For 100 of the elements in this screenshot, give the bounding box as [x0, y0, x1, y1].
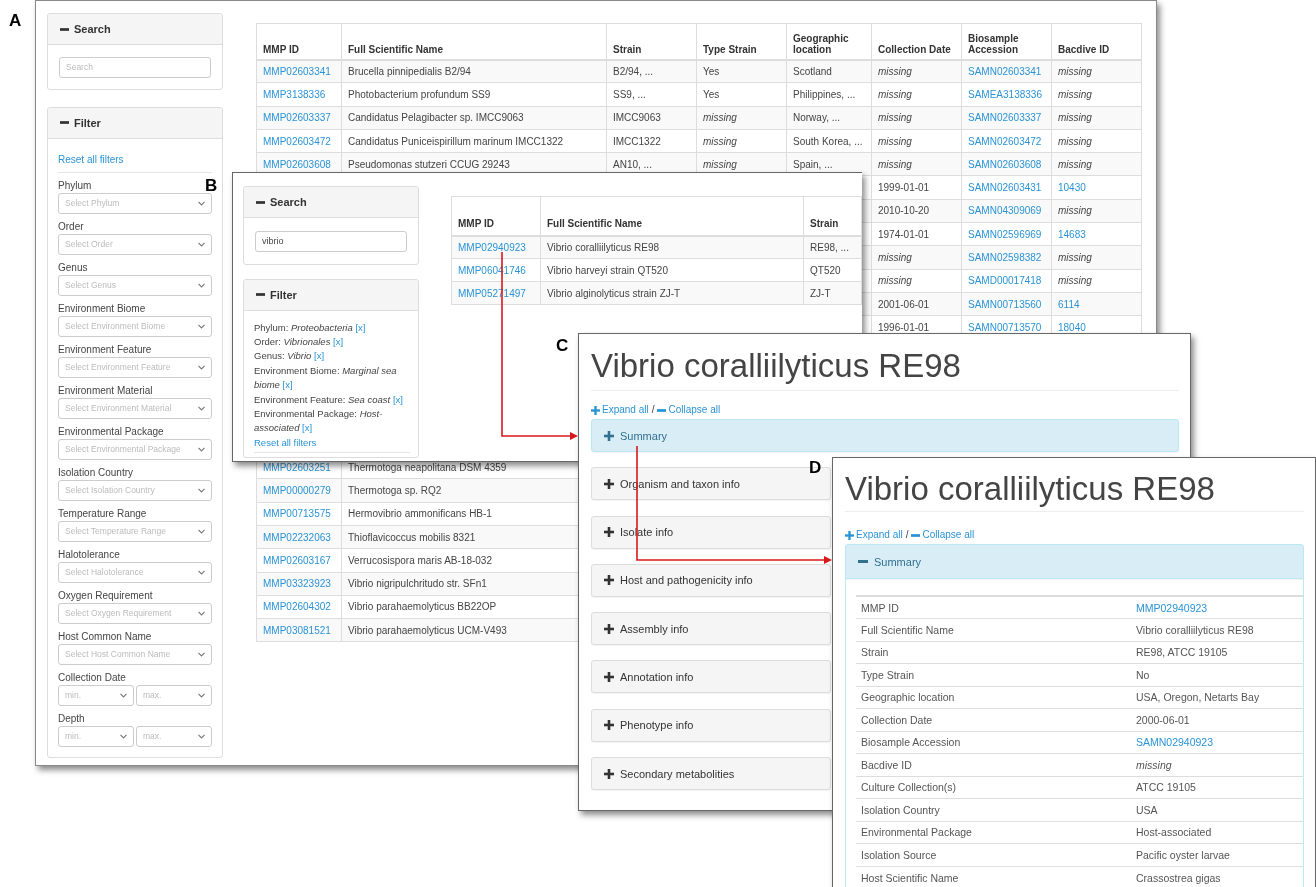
table-cell: missing: [871, 129, 962, 153]
search-field[interactable]: Search: [59, 56, 211, 78]
id-link[interactable]: 6114: [1058, 298, 1080, 310]
reset-filters-link[interactable]: Reset all filters: [58, 152, 124, 167]
collapse-all-link[interactable]: Collapse all: [657, 404, 721, 416]
select-field[interactable]: Select Isolation Country: [58, 479, 212, 501]
field-label: MMP ID: [856, 596, 1131, 619]
id-link[interactable]: 14683: [1058, 228, 1086, 240]
plus-icon: [604, 720, 614, 731]
select-field[interactable]: min.: [58, 725, 134, 747]
chevron-down-icon: [198, 528, 205, 534]
table-cell: 1999-01-01: [871, 176, 962, 200]
chevron-down-icon: [198, 651, 205, 657]
column-header: Full Scientific Name: [341, 23, 607, 60]
column-header: Full Scientific Name: [540, 196, 804, 236]
filter-label: Genus: [58, 260, 88, 275]
select-field[interactable]: Select Genus: [58, 274, 212, 296]
chevron-down-icon: [198, 323, 205, 329]
active-filter: Order: Vibrionales [x]: [254, 334, 345, 349]
column-header: Bacdive ID: [1051, 23, 1142, 60]
chevron-down-icon: [198, 569, 205, 575]
section-toggle[interactable]: Phenotype info: [591, 708, 831, 742]
collapse-toggle[interactable]: Filter: [48, 107, 222, 139]
chevron-down-icon: [120, 692, 127, 698]
table-cell: missing: [1051, 82, 1142, 107]
field-label: Collection Date: [856, 708, 1131, 731]
select-field[interactable]: min.: [58, 684, 134, 706]
plus-icon: [604, 623, 614, 634]
section-toggle[interactable]: Secondary metabolities: [591, 757, 831, 791]
select-field[interactable]: Select Oxygen Requirement: [58, 602, 212, 624]
chevron-down-icon: [198, 733, 205, 739]
minus-icon: [911, 533, 921, 537]
chevron-down-icon: [120, 733, 127, 739]
select-field[interactable]: Select Halotolerance: [58, 561, 212, 583]
select-field[interactable]: Select Phylum: [58, 192, 212, 214]
column-header: MMP ID: [256, 23, 342, 60]
table-cell: 1974-01-01: [871, 222, 962, 246]
field-value: USA, Oregon, Netarts Bay: [1131, 686, 1303, 709]
filter-label: Phylum: [58, 178, 92, 193]
id-link[interactable]: 10430: [1058, 182, 1086, 194]
select-field[interactable]: Select Environment Biome: [58, 315, 212, 337]
expand-all-link[interactable]: Expand all: [591, 404, 649, 416]
select-field[interactable]: max.: [136, 725, 212, 747]
field-value: USA: [1131, 798, 1303, 821]
filter-label: Environment Material: [58, 383, 153, 398]
remove-filter-link[interactable]: [x]: [355, 321, 366, 333]
remove-filter-link[interactable]: [x]: [333, 335, 344, 347]
select-field[interactable]: Select Environment Feature: [58, 356, 212, 378]
select-field[interactable]: Select Temperature Range: [58, 520, 212, 542]
section-toggle[interactable]: Host and pathogenicity info: [591, 563, 831, 597]
remove-filter-link[interactable]: [x]: [282, 379, 293, 391]
field-value: RE98, ATCC 19105: [1131, 641, 1303, 664]
plus-icon: [845, 530, 854, 540]
section-toggle[interactable]: Annotation info: [591, 660, 831, 694]
minus-icon: [60, 27, 69, 31]
field-label: Bacdive ID: [856, 753, 1131, 776]
table-cell: Photobacterium profundum SS9: [341, 82, 607, 107]
filter-label: Depth: [58, 711, 85, 726]
select-field[interactable]: Select Host Common Name: [58, 643, 212, 665]
collapse-toggle[interactable]: Search: [48, 14, 222, 45]
separator-text: /: [905, 529, 909, 541]
active-filter: Phylum: Proteobacteria [x]: [254, 320, 367, 335]
remove-filter-link[interactable]: [x]: [314, 350, 325, 362]
table-cell: missing: [871, 82, 962, 107]
column-header: Biosample Accession: [961, 23, 1052, 60]
remove-filter-link[interactable]: [x]: [302, 422, 313, 434]
select-field[interactable]: Select Environmental Package: [58, 438, 212, 460]
filter-label: Environment Biome: [58, 301, 146, 316]
id-link[interactable]: MMP02940923: [1136, 601, 1208, 614]
section-toggle[interactable]: Assembly info: [591, 612, 831, 646]
id-link[interactable]: 18040: [1058, 321, 1086, 333]
chevron-down-icon: [198, 200, 205, 206]
select-field[interactable]: Select Environment Material: [58, 397, 212, 419]
reset-filters-link[interactable]: Reset all filters: [254, 435, 317, 451]
field-label: Biosample Accession: [856, 731, 1131, 754]
collapse-toggle[interactable]: Search: [244, 187, 418, 218]
chevron-down-icon: [198, 692, 205, 698]
select-field[interactable]: max.: [136, 684, 212, 706]
minus-icon: [256, 200, 265, 204]
search-field[interactable]: vibrio: [255, 230, 407, 252]
chevron-down-icon: [198, 610, 205, 616]
chevron-down-icon: [198, 282, 205, 288]
select-field[interactable]: Select Order: [58, 233, 212, 255]
panel-label: C: [556, 337, 569, 354]
column-header: MMP ID: [451, 196, 541, 236]
field-label: Culture Collection(s): [856, 776, 1131, 799]
id-link[interactable]: SAMN02940923: [1136, 736, 1214, 749]
section-toggle[interactable]: Summary: [591, 419, 1179, 452]
plus-icon: [591, 405, 600, 415]
page-title: Vibrio coralliilyticus RE98: [591, 334, 1179, 391]
chevron-down-icon: [198, 364, 205, 370]
column-header: Collection Date: [871, 23, 962, 60]
filter-label: Environment Feature: [58, 342, 152, 357]
expand-all-link[interactable]: Expand all: [845, 529, 903, 541]
collapse-toggle[interactable]: Filter: [244, 279, 418, 311]
field-value: Pacific oyster larvae: [1131, 843, 1303, 866]
remove-filter-link[interactable]: [x]: [392, 393, 403, 405]
collapse-all-link[interactable]: Collapse all: [911, 529, 975, 541]
field-label: Full Scientific Name: [856, 618, 1131, 641]
section-toggle[interactable]: Summary: [845, 544, 1304, 579]
